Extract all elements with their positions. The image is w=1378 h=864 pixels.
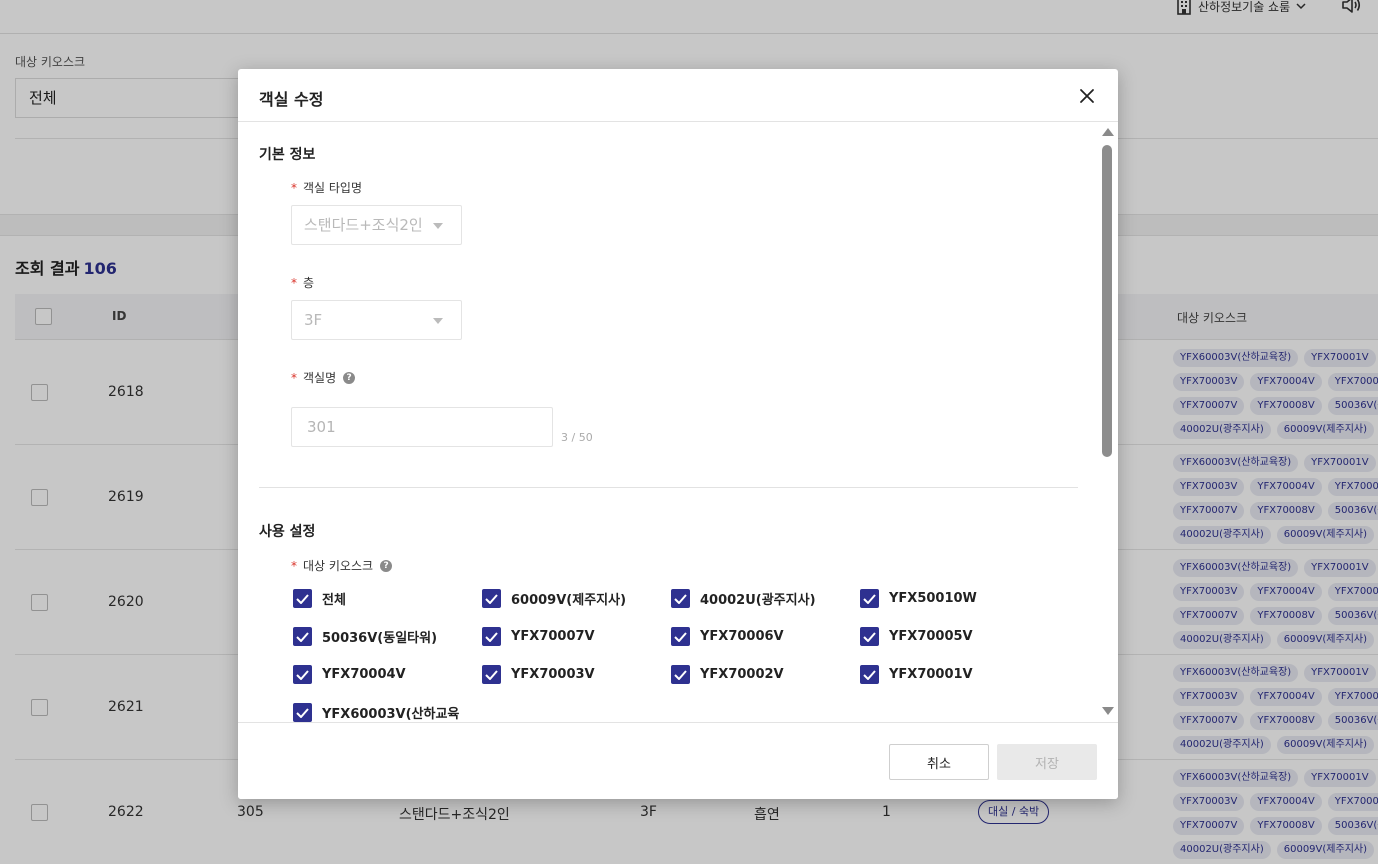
edit-room-modal: 객실 수정 기본 정보 * 객실 타입명 스탠다드+조식2인 * 층 3F * 객실명… [238, 69, 1118, 799]
scroll-up-arrow-icon[interactable] [1102, 128, 1114, 136]
room-type-label-text: 객실 타입명 [303, 181, 363, 195]
kiosk-checkbox[interactable]: 50036V(동일타워) [293, 627, 437, 646]
kiosk-checkbox-label: YFX70007V [511, 629, 595, 644]
modal-scrollbar[interactable] [1099, 122, 1115, 722]
room-name-label-text: 객실명 [303, 371, 337, 385]
modal-header: 객실 수정 [238, 69, 1118, 122]
modal-footer: 취소 저장 [238, 722, 1118, 799]
section-basic-info: 기본 정보 [259, 147, 316, 163]
kiosk-checkbox-label: 40002U(광주지사) [700, 593, 816, 608]
checkbox-checked-icon[interactable] [293, 627, 312, 646]
checkbox-checked-icon[interactable] [482, 665, 501, 684]
kiosk-checkbox-label: YFX70004V [322, 667, 406, 682]
kiosk-checkbox[interactable]: YFX60003V(산하교육 [293, 703, 459, 722]
modal-body[interactable]: 기본 정보 * 객실 타입명 스탠다드+조식2인 * 층 3F * 객실명 ? 301… [238, 122, 1118, 722]
help-icon[interactable]: ? [343, 371, 356, 384]
floor-label: * 층 [291, 274, 314, 291]
checkbox-checked-icon[interactable] [671, 589, 690, 608]
checkbox-checked-icon[interactable] [482, 589, 501, 608]
kiosk-checkbox[interactable]: YFX70004V [293, 665, 406, 684]
checkbox-checked-icon[interactable] [293, 665, 312, 684]
kiosk-checkbox-label: YFX50010W [889, 591, 977, 606]
checkbox-checked-icon[interactable] [293, 703, 312, 722]
checkbox-checked-icon[interactable] [671, 627, 690, 646]
cancel-button[interactable]: 취소 [889, 744, 989, 780]
checkbox-checked-icon[interactable] [860, 627, 879, 646]
close-icon[interactable] [1076, 85, 1098, 107]
kiosk-checkbox-label: YFX60003V(산하교육 [322, 707, 460, 722]
kiosk-label-text: 대상 키오스크 [303, 559, 374, 573]
kiosk-checkbox[interactable]: 40002U(광주지사) [671, 589, 816, 608]
room-name-input[interactable]: 301 [291, 407, 553, 447]
caret-down-icon [433, 318, 443, 324]
checkbox-checked-icon[interactable] [860, 665, 879, 684]
room-type-select[interactable]: 스탠다드+조식2인 [291, 205, 462, 245]
kiosk-checkbox[interactable]: YFX70006V [671, 627, 784, 646]
kiosk-checkbox-label: 50036V(동일타워) [322, 631, 438, 646]
required-mark: * [291, 180, 297, 195]
kiosk-checkbox-label: YFX70003V [511, 667, 595, 682]
kiosk-checkbox[interactable]: 전체 [293, 589, 346, 608]
kiosk-checkbox[interactable]: YFX70003V [482, 665, 595, 684]
room-name-counter: 3 / 50 [561, 431, 593, 444]
kiosk-checkbox[interactable]: YFX50010W [860, 589, 977, 608]
checkbox-checked-icon[interactable] [293, 589, 312, 608]
scroll-thumb[interactable] [1102, 145, 1112, 457]
caret-down-icon [433, 223, 443, 229]
kiosk-checkbox-label: YFX70002V [700, 667, 784, 682]
kiosk-checkbox-label: 60009V(제주지사) [511, 593, 627, 608]
checkbox-checked-icon[interactable] [482, 627, 501, 646]
kiosk-checkbox-label: YFX70005V [889, 629, 973, 644]
kiosk-checkbox[interactable]: 60009V(제주지사) [482, 589, 626, 608]
required-mark: * [291, 370, 297, 385]
section-divider [259, 487, 1078, 488]
kiosk-checkbox[interactable]: YFX70007V [482, 627, 595, 646]
kiosk-checkbox-label: 전체 [322, 593, 346, 608]
required-mark: * [291, 275, 297, 290]
section-usage-settings: 사용 설정 [259, 524, 316, 540]
checkbox-checked-icon[interactable] [671, 665, 690, 684]
help-icon[interactable]: ? [380, 559, 393, 572]
floor-value: 3F [304, 311, 323, 329]
scroll-down-arrow-icon[interactable] [1102, 707, 1114, 715]
checkbox-checked-icon[interactable] [860, 589, 879, 608]
room-name-label: * 객실명 ? [291, 369, 356, 386]
kiosk-label: * 대상 키오스크 ? [291, 557, 393, 574]
kiosk-checkbox[interactable]: YFX70005V [860, 627, 973, 646]
room-type-value: 스탠다드+조식2인 [304, 216, 423, 234]
floor-select[interactable]: 3F [291, 300, 462, 340]
floor-label-text: 층 [303, 276, 315, 290]
required-mark: * [291, 558, 297, 573]
kiosk-checkbox[interactable]: YFX70002V [671, 665, 784, 684]
kiosk-checkbox-label: YFX70001V [889, 667, 973, 682]
kiosk-checkbox-label: YFX70006V [700, 629, 784, 644]
save-button[interactable]: 저장 [997, 744, 1097, 780]
room-type-label: * 객실 타입명 [291, 179, 362, 196]
modal-title: 객실 수정 [259, 90, 324, 109]
kiosk-checkbox[interactable]: YFX70001V [860, 665, 973, 684]
